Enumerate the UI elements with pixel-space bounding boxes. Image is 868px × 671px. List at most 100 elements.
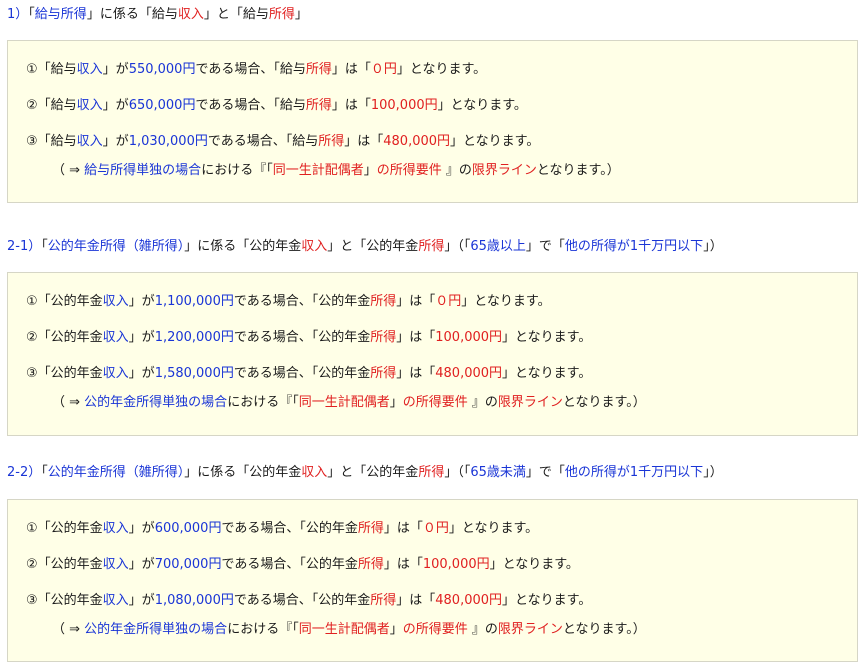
highlight-red-text: 480,000円: [435, 593, 503, 608]
text-segment: 」となります。: [448, 521, 539, 536]
text-segment: 」が: [102, 134, 129, 149]
text-segment: 」は「: [383, 521, 423, 536]
highlight-blue-text: 他の所得が1千万円以下: [564, 465, 704, 480]
highlight-red-text: 所得: [318, 134, 345, 149]
section-2-1-line-2: ②「公的年金収入」が1,200,000円である場合、「公的年金所得」は「100,…: [26, 329, 591, 347]
text-segment: 」: [294, 7, 308, 22]
text-segment: 」に係る「公的年金: [184, 239, 302, 254]
text-segment: 」と「公的年金: [327, 465, 419, 480]
highlight-blue-text: 2-1）: [7, 239, 42, 254]
highlight-red-text: 100,000円: [370, 98, 438, 113]
text-segment: 」は「: [344, 134, 384, 149]
text-segment: 」は「: [331, 62, 371, 77]
text-segment: 」で「: [525, 465, 565, 480]
highlight-blue-text: 収入: [102, 366, 129, 381]
text-segment: 」が: [128, 366, 155, 381]
text-segment: である場合、「公的年金: [233, 593, 371, 608]
text-segment: 」が: [102, 62, 129, 77]
highlight-red-text: の所得要件: [402, 622, 468, 637]
section-2-2-line-1: ①「公的年金収入」が600,000円である場合、「公的年金所得」は「０円」となり…: [26, 520, 538, 538]
highlight-blue-text: 公的年金所得単独の場合: [84, 395, 228, 410]
text-segment: 」となります。: [396, 62, 487, 77]
text-segment: ③「給与: [26, 134, 77, 149]
text-segment: 」で「: [525, 239, 565, 254]
text-segment: ①「給与: [26, 62, 77, 77]
text-segment: である場合、「給与: [207, 134, 319, 149]
text-segment: となります。）: [562, 395, 646, 410]
text-segment: 」が: [128, 557, 155, 572]
section-2-2-heading: 2-2）「公的年金所得（雑所得）」に係る「公的年金収入」と「公的年金所得」（「6…: [7, 464, 723, 482]
highlight-blue-text: 収入: [76, 62, 103, 77]
section-2-1-heading: 2-1）「公的年金所得（雑所得）」に係る「公的年金収入」と「公的年金所得」（「6…: [7, 238, 723, 256]
text-segment: 』の: [467, 395, 498, 410]
highlight-red-text: 所得: [418, 239, 445, 254]
text-segment: である場合、「公的年金: [233, 366, 371, 381]
text-segment: 」: [389, 622, 403, 637]
text-segment: 」）: [703, 239, 723, 254]
highlight-red-text: 所得: [305, 62, 332, 77]
highlight-red-text: の所得要件: [402, 395, 468, 410]
text-segment: における『「: [227, 395, 299, 410]
highlight-blue-text: 1,030,000円: [128, 134, 208, 149]
text-segment: 」に係る「公的年金: [184, 465, 302, 480]
highlight-blue-text: 収入: [76, 134, 103, 149]
highlight-red-text: 限界ライン: [497, 622, 563, 637]
text-segment: 」が: [102, 98, 129, 113]
highlight-red-text: ０円: [370, 62, 397, 77]
text-segment: （ ⇒: [52, 622, 85, 637]
text-segment: 」となります。: [502, 593, 592, 608]
text-segment: である場合、「給与: [195, 98, 306, 113]
text-segment: 」となります。: [437, 98, 527, 113]
highlight-red-text: 所得: [357, 557, 384, 572]
text-segment: 』の: [467, 622, 498, 637]
text-segment: 」は「: [396, 366, 436, 381]
text-segment: 」が: [128, 593, 155, 608]
section-1-note: （ ⇒ 給与所得単独の場合における『「同一生計配偶者」の所得要件 』の限界ライン…: [52, 162, 620, 180]
text-segment: ③「公的年金: [26, 593, 103, 608]
highlight-blue-text: 他の所得が1千万円以下: [564, 239, 704, 254]
section-1-box: ①「給与収入」が550,000円である場合、「給与所得」は「０円」となります。 …: [7, 40, 858, 203]
highlight-red-text: 100,000円: [435, 330, 503, 345]
highlight-blue-text: 65歳未満: [470, 465, 526, 480]
text-segment: における『「: [201, 163, 273, 178]
highlight-red-text: 収入: [301, 465, 328, 480]
highlight-red-text: ０円: [422, 521, 449, 536]
highlight-blue-text: 収入: [102, 593, 129, 608]
highlight-red-text: 所得: [370, 593, 397, 608]
highlight-red-text: 所得: [370, 330, 397, 345]
section-1-heading: 1）「給与所得」に係る「給与収入」と「給与所得」: [7, 6, 308, 24]
highlight-blue-text: 1,100,000円: [154, 294, 234, 309]
highlight-blue-text: 公的年金所得単独の場合: [84, 622, 228, 637]
highlight-blue-text: 65歳以上: [470, 239, 526, 254]
text-segment: 」となります。: [450, 134, 540, 149]
highlight-red-text: 480,000円: [435, 366, 503, 381]
text-segment: （ ⇒: [52, 395, 85, 410]
text-segment: 」は「: [396, 330, 436, 345]
section-2-2-line-3: ③「公的年金収入」が1,080,000円である場合、「公的年金所得」は「480,…: [26, 592, 591, 610]
highlight-red-text: 同一生計配偶者: [298, 395, 390, 410]
text-segment: （ ⇒: [52, 163, 85, 178]
highlight-red-text: 限界ライン: [497, 395, 563, 410]
text-segment: 」と「公的年金: [327, 239, 419, 254]
text-segment: ②「公的年金: [26, 330, 103, 345]
text-segment: 」が: [128, 294, 155, 309]
text-segment: ②「給与: [26, 98, 77, 113]
highlight-blue-text: 収入: [102, 330, 129, 345]
text-segment: である場合、「公的年金: [233, 294, 371, 309]
section-1-line-3: ③「給与収入」が1,030,000円である場合、「給与所得」は「480,000円…: [26, 133, 539, 151]
section-2-1-note: （ ⇒ 公的年金所得単独の場合における『「同一生計配偶者」の所得要件 』の限界ラ…: [52, 394, 646, 412]
highlight-blue-text: 2-2）: [7, 465, 42, 480]
highlight-blue-text: 1,580,000円: [154, 366, 234, 381]
text-segment: 」: [363, 163, 377, 178]
highlight-blue-text: 公的年金所得（雑所得）: [47, 465, 185, 480]
highlight-red-text: 所得: [305, 98, 332, 113]
highlight-red-text: 所得: [418, 465, 445, 480]
text-segment: ③「公的年金: [26, 366, 103, 381]
highlight-red-text: 同一生計配偶者: [298, 622, 390, 637]
highlight-red-text: 所得: [357, 521, 384, 536]
highlight-blue-text: 650,000円: [128, 98, 196, 113]
text-segment: 」となります。: [489, 557, 579, 572]
highlight-red-text: 収入: [177, 7, 204, 22]
highlight-red-text: ０円: [435, 294, 462, 309]
text-segment: 」となります。: [502, 366, 592, 381]
